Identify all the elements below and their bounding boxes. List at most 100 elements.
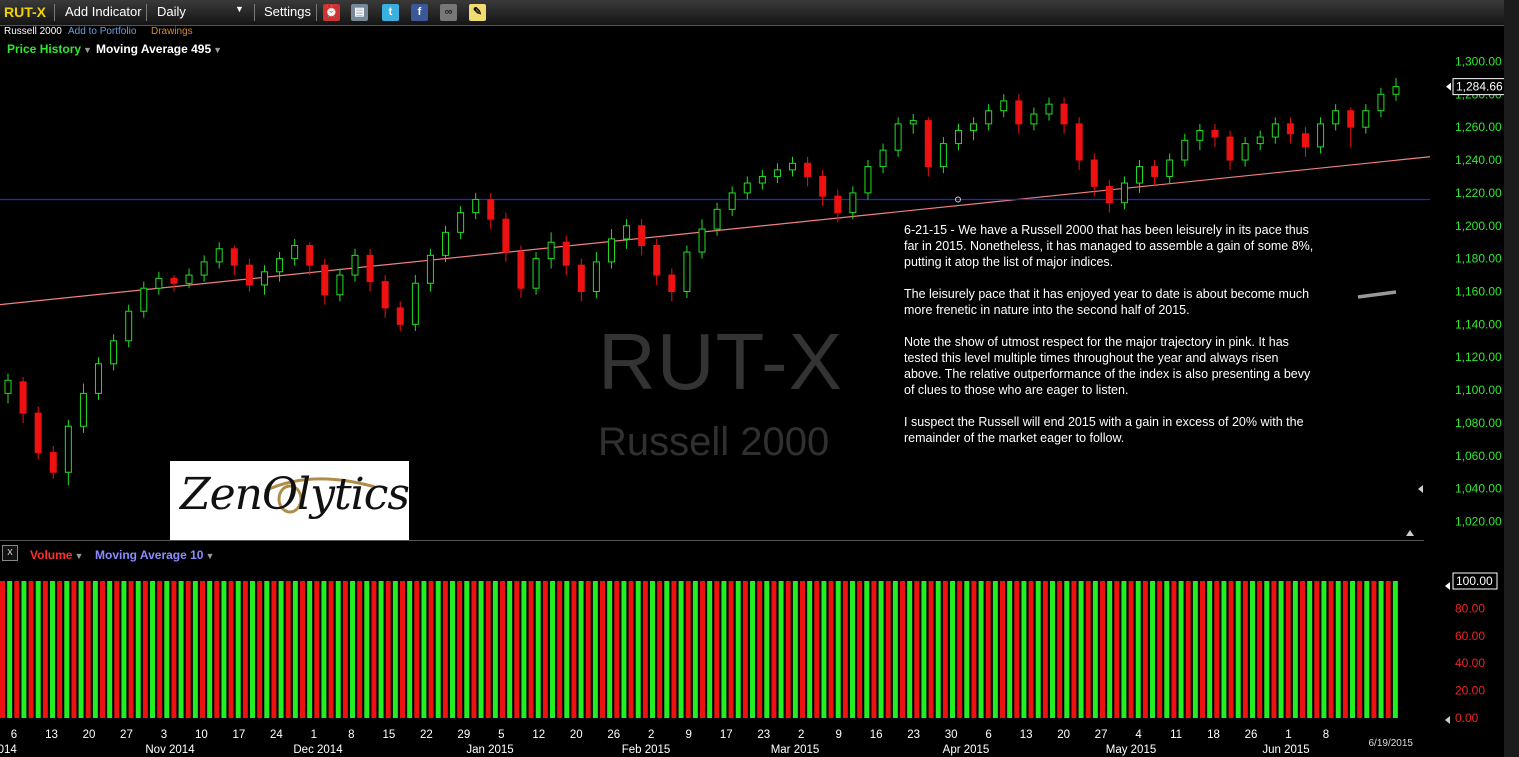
moving-average-study[interactable]: Moving Average 495 ▼ <box>96 42 222 56</box>
period-select[interactable]: Daily ▼ <box>157 4 245 19</box>
volume-bar <box>171 581 177 718</box>
candle-body <box>200 261 208 276</box>
day-tick-label: 9 <box>835 729 841 741</box>
panel-divider[interactable] <box>0 540 1424 541</box>
volume-bar <box>192 581 198 718</box>
candle-body <box>411 282 419 325</box>
current-volume-label: 100.00 <box>1456 574 1493 588</box>
volume-tick-label: 60.00 <box>1455 629 1485 643</box>
month-label: 2014 <box>0 744 17 756</box>
volume-bar <box>1192 581 1198 718</box>
price-history-study[interactable]: Price History ▼ <box>7 42 92 56</box>
binoculars-icon[interactable]: ∞ <box>440 4 457 21</box>
drawings-link[interactable]: Drawings <box>151 26 193 37</box>
zenolytics-logo: ZenOlytics <box>170 461 410 540</box>
pointer-icon <box>1445 582 1450 590</box>
volume-bar <box>478 581 484 718</box>
volume-bar <box>1350 581 1355 718</box>
volume-bar <box>964 581 970 718</box>
day-tick-label: 2 <box>648 729 654 741</box>
candle-body <box>442 231 450 256</box>
database-icon[interactable]: ▤ <box>351 4 368 21</box>
volume-bar <box>550 581 555 718</box>
volume-bar <box>307 581 313 718</box>
candle-body <box>1166 159 1174 177</box>
volume-study[interactable]: Volume ▼ <box>30 548 83 562</box>
candle-body <box>472 198 480 214</box>
volume-bar <box>471 581 477 718</box>
volume-bar <box>500 581 505 718</box>
volume-bar <box>914 581 920 718</box>
volume-bar <box>1321 581 1327 718</box>
price-tick-label: 1,080.00 <box>1455 416 1502 430</box>
toolbar-divider <box>146 4 147 21</box>
volume-tick-label: 20.00 <box>1455 684 1485 698</box>
price-tick-label: 1,160.00 <box>1455 285 1502 299</box>
day-tick-label: 22 <box>420 729 433 741</box>
day-tick-label: 8 <box>348 729 354 741</box>
volume-bar <box>735 581 741 718</box>
volume-bar <box>1392 581 1398 718</box>
volume-ma-study[interactable]: Moving Average 10 ▼ <box>95 548 214 562</box>
chevron-down-icon: ▼ <box>213 45 223 55</box>
symbol-label[interactable]: RUT-X <box>4 4 46 20</box>
volume-bar <box>342 581 348 718</box>
volume-bar <box>1207 581 1213 718</box>
alarm-clock-icon[interactable]: ⏰ <box>323 4 340 21</box>
day-tick-label: 23 <box>757 729 770 741</box>
close-volume-panel-button[interactable]: x <box>2 545 18 561</box>
last-date-label: 6/19/2015 <box>1368 738 1414 749</box>
add-indicator-button[interactable]: Add Indicator <box>65 4 142 19</box>
volume-bar <box>771 581 777 718</box>
day-tick-label: 1 <box>311 729 317 741</box>
study-label: Moving Average 495 <box>96 42 212 56</box>
settings-button[interactable]: Settings <box>264 4 311 19</box>
candle-body <box>834 195 842 214</box>
candle-body <box>1256 136 1264 145</box>
volume-bar <box>185 581 191 718</box>
watermark-symbol: RUT-X <box>598 317 843 406</box>
volume-tick-label: 40.00 <box>1455 656 1485 670</box>
volume-bar <box>178 581 184 718</box>
price-tick-label: 1,180.00 <box>1455 252 1502 266</box>
volume-bar <box>614 581 620 718</box>
price-tick-label: 1,120.00 <box>1455 350 1502 364</box>
volume-bar <box>1021 581 1027 718</box>
candle-body <box>1136 166 1144 184</box>
candle-body <box>185 274 193 284</box>
candle-body <box>804 162 812 177</box>
vertical-scrollbar[interactable] <box>1504 0 1519 757</box>
volume-bar <box>728 581 734 718</box>
volume-bar <box>1264 581 1270 718</box>
day-tick-label: 17 <box>720 729 733 741</box>
volume-bar <box>985 581 991 718</box>
candle-body <box>728 192 736 210</box>
chevron-down-icon: ▼ <box>205 551 215 561</box>
candle-body <box>1120 182 1128 204</box>
candle-body <box>592 261 600 293</box>
volume-bar <box>421 581 427 718</box>
twitter-icon[interactable]: t <box>382 4 399 21</box>
volume-bar <box>264 581 270 718</box>
month-label: Apr 2015 <box>943 744 990 756</box>
add-to-portfolio-link[interactable]: Add to Portfolio <box>68 26 136 37</box>
annotation-paragraph: I suspect the Russell will end 2015 with… <box>904 415 1304 445</box>
volume-bar <box>878 581 884 718</box>
volume-bar <box>842 581 848 718</box>
day-tick-label: 13 <box>1020 729 1033 741</box>
annotation-paragraph: Note the show of utmost respect for the … <box>904 335 1311 397</box>
volume-bar <box>814 581 820 718</box>
candle-body <box>1000 100 1008 112</box>
facebook-icon[interactable]: f <box>411 4 428 21</box>
volume-bar <box>892 581 898 718</box>
candle-body <box>683 251 691 292</box>
price-tick-label: 1,060.00 <box>1455 449 1502 463</box>
study-label: Volume <box>30 548 73 562</box>
note-icon[interactable]: ✎ <box>469 4 486 21</box>
volume-bar <box>571 581 577 718</box>
volume-bar <box>542 581 548 718</box>
volume-bar <box>528 581 534 718</box>
volume-bar <box>721 581 727 718</box>
candle-body <box>1105 185 1113 204</box>
volume-bar <box>1285 581 1291 718</box>
